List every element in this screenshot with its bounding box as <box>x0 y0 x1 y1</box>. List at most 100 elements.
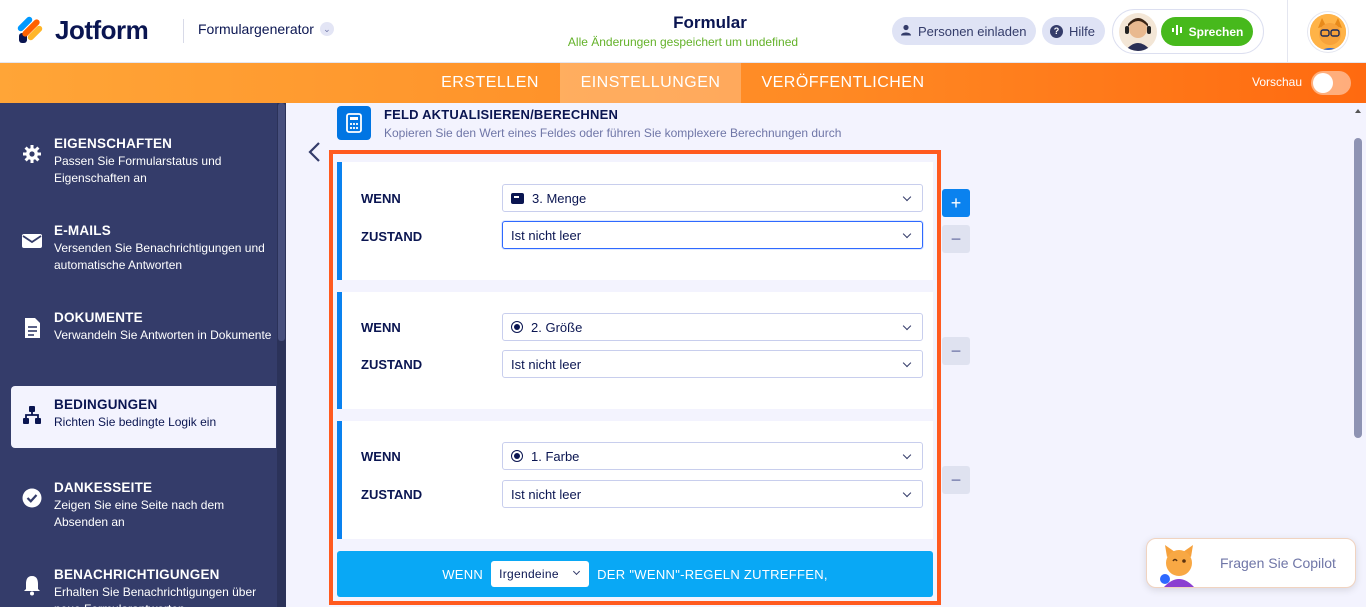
gear-icon <box>21 143 43 165</box>
preview-label: Vorschau <box>1252 75 1303 89</box>
condition-card: WENN 2. Größe ZUSTAND Ist nicht leer <box>337 292 933 409</box>
main-scrollbar[interactable] <box>1353 103 1366 607</box>
help-label: Hilfe <box>1069 23 1096 39</box>
rule-prefix: WENN <box>442 566 484 582</box>
sidebar-item-title: E-MAILS <box>54 223 111 238</box>
remove-condition-button[interactable]: − <box>942 337 970 365</box>
settings-nav-bar: ERSTELLEN EINSTELLUNGEN VERÖFFENTLICHEN … <box>0 63 1366 103</box>
minus-icon: − <box>950 228 962 249</box>
rule-match-select[interactable]: Irgendeine <box>491 561 590 587</box>
state-select[interactable]: Ist nicht leer <box>502 350 923 378</box>
save-status: Alle Änderungen gespeichert um undefined <box>567 35 799 49</box>
speak-label: Sprechen <box>1188 24 1244 39</box>
field-select[interactable]: 3. Menge <box>502 184 923 212</box>
sidebar-item-notifications[interactable]: BENACHRICHTIGUNGEN Erhalten Sie Benachri… <box>11 556 276 607</box>
top-header: Jotform Formulargenerator ⌄ Formular All… <box>0 0 1366 63</box>
user-icon <box>900 24 912 39</box>
field-select-value: 2. Größe <box>531 319 583 335</box>
chevron-left-icon <box>308 142 320 162</box>
bell-icon <box>21 574 43 596</box>
field-select[interactable]: 1. Farbe <box>502 442 923 470</box>
copilot-button[interactable]: Fragen Sie Copilot <box>1146 538 1356 588</box>
number-icon <box>511 192 524 204</box>
state-label: ZUSTAND <box>361 229 423 244</box>
chevron-down-icon <box>902 450 912 460</box>
state-select[interactable]: Ist nicht leer <box>502 480 923 508</box>
form-generator-dropdown[interactable]: Formulargenerator ⌄ <box>198 21 334 37</box>
sitemap-icon <box>21 404 43 426</box>
document-icon <box>21 317 43 339</box>
chevron-down-icon: ⌄ <box>319 22 334 36</box>
sidebar-item-desc: Zeigen Sie eine Seite nach dem Absenden … <box>54 498 225 529</box>
plus-icon: + <box>950 192 962 213</box>
sidebar-item-desc: Verwandeln Sie Antworten in Dokumente <box>54 328 272 342</box>
user-divider <box>1287 0 1288 63</box>
field-select[interactable]: 2. Größe <box>502 313 923 341</box>
sidebar-item-properties[interactable]: EIGENSCHAFTEN Passen Sie Formularstatus … <box>11 125 276 187</box>
sidebar-item-title: BENACHRICHTIGUNGEN <box>54 567 220 582</box>
jotform-logo-icon <box>16 15 45 46</box>
radio-icon <box>511 450 523 462</box>
sidebar-item-title: DANKESSEITE <box>54 480 153 495</box>
chevron-down-icon <box>902 358 912 368</box>
minus-icon: − <box>950 469 962 490</box>
sidebar-item-thank-you-page[interactable]: DANKESSEITE Zeigen Sie eine Seite nach d… <box>11 469 276 531</box>
copilot-label: Fragen Sie Copilot <box>1220 555 1336 571</box>
field-select-value: 1. Farbe <box>531 448 580 464</box>
condition-card: WENN 1. Farbe ZUSTAND Ist nicht leer <box>337 421 933 539</box>
tab-settings[interactable]: EINSTELLUNGEN <box>560 63 741 103</box>
rule-match-value: Irgendeine <box>499 567 559 581</box>
chevron-down-icon <box>902 488 912 498</box>
section-description: Kopieren Sie den Wert eines Feldes oder … <box>384 126 842 140</box>
ai-agent-widget: Sprechen <box>1112 9 1264 54</box>
add-condition-button[interactable]: + <box>942 189 970 217</box>
rule-suffix: DER "WENN"-REGELN ZUTREFFEN, <box>597 566 828 582</box>
form-generator-label: Formulargenerator <box>198 21 314 37</box>
invite-people-label: Personen einladen <box>918 23 1027 39</box>
back-button[interactable] <box>306 141 322 163</box>
help-button[interactable]: ? Hilfe <box>1042 17 1106 45</box>
scrollbar-thumb[interactable] <box>1354 138 1362 438</box>
preview-toggle[interactable] <box>1311 71 1351 95</box>
sidebar-item-title: DOKUMENTE <box>54 310 143 325</box>
tab-create[interactable]: ERSTELLEN <box>427 63 553 103</box>
user-avatar[interactable] <box>1308 12 1348 52</box>
sidebar-item-title: BEDINGUNGEN <box>54 397 158 412</box>
invite-people-button[interactable]: Personen einladen <box>892 17 1037 45</box>
tab-publish[interactable]: VERÖFFENTLICHEN <box>750 63 936 103</box>
agent-avatar <box>1119 13 1157 51</box>
state-label: ZUSTAND <box>361 487 423 502</box>
sidebar-item-conditions[interactable]: BEDINGUNGEN Richten Sie bedingte Logik e… <box>11 386 276 448</box>
sidebar-item-emails[interactable]: E-MAILS Versenden Sie Benachrichtigungen… <box>11 212 276 274</box>
sidebar-scrollbar[interactable] <box>277 103 286 607</box>
speak-button[interactable]: Sprechen <box>1161 17 1253 46</box>
copilot-cat-icon <box>1155 543 1203 587</box>
sidebar-item-documents[interactable]: DOKUMENTE Verwandeln Sie Antworten in Do… <box>11 299 276 361</box>
check-circle-icon <box>21 487 43 509</box>
header-divider <box>183 19 184 43</box>
chevron-down-icon <box>573 567 581 576</box>
if-label: WENN <box>361 320 401 335</box>
remove-condition-button[interactable]: − <box>942 466 970 494</box>
sound-wave-icon <box>1171 24 1183 39</box>
chevron-down-icon <box>902 229 912 239</box>
question-icon: ? <box>1050 24 1063 38</box>
sidebar-item-title: EIGENSCHAFTEN <box>54 136 173 151</box>
if-label: WENN <box>361 191 401 206</box>
state-label: ZUSTAND <box>361 357 423 372</box>
form-title[interactable]: Formular <box>560 13 860 33</box>
sidebar-item-desc: Erhalten Sie Benachrichtigungen über neu… <box>54 585 257 607</box>
section-title: FELD AKTUALISIEREN/BERECHNEN <box>384 107 619 122</box>
if-label: WENN <box>361 449 401 464</box>
chevron-down-icon <box>902 321 912 331</box>
chevron-down-icon <box>902 192 912 202</box>
rule-match-bar: WENN Irgendeine DER "WENN"-REGELN ZUTREF… <box>337 551 933 597</box>
sidebar-item-desc: Passen Sie Formularstatus und Eigenschaf… <box>54 154 222 185</box>
state-select-value: Ist nicht leer <box>511 227 582 243</box>
remove-condition-button[interactable]: − <box>942 225 970 253</box>
state-select[interactable]: Ist nicht leer <box>502 221 923 249</box>
scroll-up-arrow-icon[interactable] <box>1355 109 1361 113</box>
jotform-logo[interactable]: Jotform <box>16 15 149 46</box>
radio-icon <box>511 321 523 333</box>
condition-card: WENN 3. Menge ZUSTAND Ist nicht leer <box>337 162 933 280</box>
